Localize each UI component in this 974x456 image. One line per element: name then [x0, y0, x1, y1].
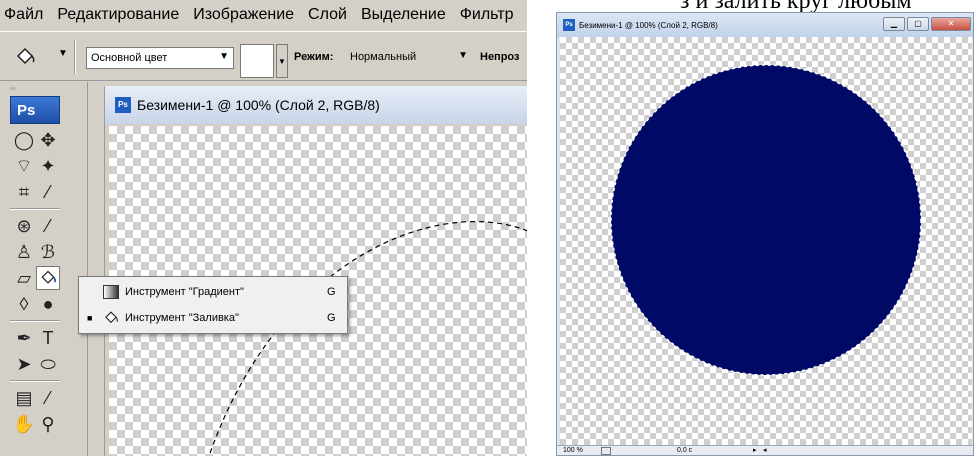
magic-wand-tool-icon[interactable]: ✦: [36, 154, 60, 178]
tool-flyout-menu: Инструмент "Градиент" G ■ Инструмент "За…: [78, 276, 348, 334]
type-tool-icon[interactable]: T: [36, 326, 60, 350]
scroll-left-icon[interactable]: ◂: [763, 446, 767, 454]
document-window: Ps Безимени-1 @ 100% (Слой 2, RGB/8): [104, 86, 527, 456]
healing-brush-tool-icon[interactable]: ⊛: [12, 214, 36, 238]
document-title: Безимени-1 @ 100% (Слой 2, RGB/8): [579, 20, 718, 30]
filled-circle-layer: [610, 64, 922, 376]
paint-bucket-tool-icon[interactable]: [36, 266, 60, 290]
flyout-item-paint-bucket[interactable]: ■ Инструмент "Заливка" G: [79, 307, 347, 329]
status-menu-arrow-icon[interactable]: ▸: [753, 446, 757, 454]
crop-tool-icon[interactable]: ⌗: [12, 180, 36, 204]
mode-select[interactable]: Нормальный ▼: [346, 47, 472, 69]
pattern-picker[interactable]: [240, 44, 274, 78]
menu-edit[interactable]: Редактирование: [57, 6, 179, 24]
selected-indicator-icon: ■: [87, 313, 93, 323]
pattern-dropdown-arrow-icon[interactable]: ▼: [276, 44, 288, 78]
document-title-bar[interactable]: Ps Безимени-1 @ 100% (Слой 2, RGB/8) ▁ ▢…: [557, 13, 973, 37]
burn-tool-icon[interactable]: ●: [36, 292, 60, 316]
flyout-item-label: Инструмент "Градиент": [125, 286, 244, 298]
photoshop-document-window: Ps Безимени-1 @ 100% (Слой 2, RGB/8) ▁ ▢…: [556, 12, 974, 456]
mode-value: Нормальный: [350, 51, 417, 63]
toolbox-separator: [10, 208, 60, 210]
menu-filter[interactable]: Фильтр: [460, 6, 514, 24]
photoshop-doc-icon: Ps: [563, 19, 575, 31]
filled-circle: [610, 64, 922, 376]
opacity-label: Непроз: [480, 51, 520, 63]
zoom-level[interactable]: 100 %: [563, 447, 583, 454]
chevron-down-icon: ▼: [219, 51, 229, 62]
preset-dropdown-arrow-icon[interactable]: ▼: [58, 48, 68, 59]
close-button[interactable]: ✕: [931, 17, 971, 31]
gradient-icon: [101, 283, 121, 301]
blur-tool-icon[interactable]: ◊: [12, 292, 36, 316]
toolbox-grip-icon[interactable]: ◦◦: [10, 84, 16, 93]
notes-tool-icon[interactable]: ▤: [12, 386, 36, 410]
fill-source-select[interactable]: Основной цвет ▼: [86, 47, 234, 69]
lasso-tool-icon[interactable]: ⌔: [12, 154, 36, 178]
mode-label: Режим:: [294, 51, 334, 63]
minimize-button[interactable]: ▁: [883, 17, 905, 31]
toolbox-separator: [10, 380, 60, 382]
flyout-item-gradient[interactable]: Инструмент "Градиент" G: [79, 281, 347, 303]
clone-stamp-tool-icon[interactable]: ♙: [12, 240, 36, 264]
menu-layer[interactable]: Слой: [308, 6, 347, 24]
maximize-button[interactable]: ▢: [907, 17, 929, 31]
path-selection-tool-icon[interactable]: ➤: [12, 352, 36, 376]
photoshop-main-window: Файл Редактирование Изображение Слой Выд…: [0, 0, 527, 456]
document-title: Безимени-1 @ 100% (Слой 2, RGB/8): [137, 97, 380, 113]
fill-source-value: Основной цвет: [91, 52, 168, 64]
chevron-down-icon: ▼: [458, 50, 468, 61]
photoshop-doc-icon: Ps: [115, 97, 131, 113]
marquee-tool-icon[interactable]: ◯: [12, 128, 36, 152]
pen-tool-icon[interactable]: ✒: [12, 326, 36, 350]
menu-select[interactable]: Выделение: [361, 6, 446, 24]
flyout-item-shortcut: G: [327, 312, 336, 324]
paint-bucket-icon[interactable]: [10, 44, 40, 70]
options-separator: [74, 40, 76, 74]
canvas[interactable]: [560, 37, 972, 445]
flyout-item-shortcut: G: [327, 286, 336, 298]
window-controls: ▁ ▢ ✕: [883, 17, 971, 31]
timing-readout: 0,0 с: [677, 447, 693, 454]
photoshop-logo[interactable]: Ps: [10, 96, 60, 124]
history-brush-tool-icon[interactable]: ℬ: [36, 240, 60, 264]
hand-tool-icon[interactable]: ✋: [12, 412, 36, 436]
menu-bar: Файл Редактирование Изображение Слой Выд…: [0, 0, 527, 30]
menu-image[interactable]: Изображение: [193, 6, 294, 24]
menu-file[interactable]: Файл: [4, 6, 43, 24]
eraser-tool-icon[interactable]: ▱: [12, 266, 36, 290]
paint-bucket-icon: [101, 309, 121, 327]
status-info-icon[interactable]: [601, 447, 611, 455]
status-bar: 100 % 0,0 с ▸ ◂: [557, 445, 973, 455]
ellipse-tool-icon[interactable]: ⬭: [36, 352, 60, 376]
document-title-bar[interactable]: Ps Безимени-1 @ 100% (Слой 2, RGB/8): [105, 86, 527, 124]
move-tool-icon[interactable]: ✥: [36, 128, 60, 152]
brush-tool-icon[interactable]: ⁄: [36, 214, 60, 238]
eyedropper-tool-icon[interactable]: ⁄: [36, 386, 60, 410]
zoom-tool-icon[interactable]: ⚲: [36, 412, 60, 436]
flyout-item-label: Инструмент "Заливка": [125, 312, 239, 324]
toolbox-separator: [10, 320, 60, 322]
toolbox: ◦◦ Ps ◯ ✥ ⌔ ✦ ⌗ ⁄ ⊛ ⁄ ♙ ℬ ▱ ◊ ● ✒ T ➤ ⬭ …: [6, 82, 88, 456]
options-bar: ▼ Основной цвет ▼ ▼ Режим: Нормальный ▼ …: [0, 31, 527, 81]
slice-tool-icon[interactable]: ⁄: [36, 180, 60, 204]
